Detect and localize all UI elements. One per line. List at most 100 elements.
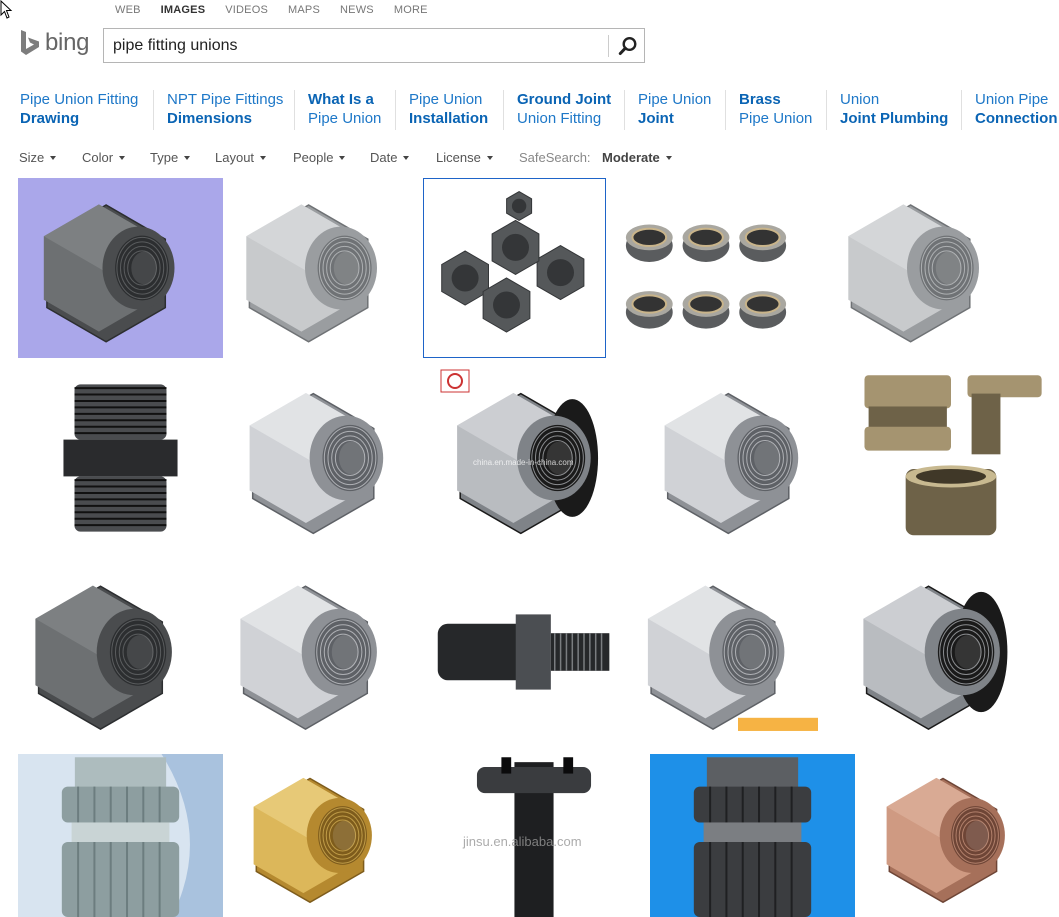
fitting-photo (240, 585, 377, 730)
related-separator (725, 90, 726, 130)
search-divider (608, 35, 609, 57)
related-search-line1: Pipe Union (638, 91, 712, 108)
image-result-14[interactable] (628, 558, 828, 746)
nav-more[interactable]: MORE (394, 4, 428, 18)
image-result-18[interactable]: jinsu.en.alibaba.com (423, 754, 645, 917)
nav-web[interactable]: WEB (115, 4, 141, 18)
filter-size[interactable]: Size (19, 150, 57, 165)
filter-date[interactable]: Date (370, 150, 410, 165)
related-search-3[interactable]: What Is a Pipe Union (308, 90, 381, 130)
related-search-7[interactable]: Brass Pipe Union (739, 90, 812, 130)
fitting-photo (441, 191, 585, 333)
safesearch-label: SafeSearch: (519, 150, 591, 165)
chevron-down-icon (665, 155, 672, 160)
image-result-1[interactable] (18, 178, 223, 358)
related-search-line1: NPT Pipe Fittings (167, 91, 284, 108)
related-separator (624, 90, 625, 130)
image-result-10[interactable] (848, 366, 1054, 550)
related-separator (153, 90, 154, 130)
fitting-photo (886, 777, 1005, 904)
fitting-photo (246, 204, 377, 343)
filter-label: Type (150, 150, 179, 165)
image-result-12[interactable] (218, 558, 423, 746)
image-result-8[interactable]: china.en.made-in-china.com (433, 366, 638, 550)
related-search-line2: Drawing (20, 110, 80, 127)
bing-logo-icon (21, 30, 39, 55)
image-result-9[interactable] (643, 366, 843, 550)
filter-people[interactable]: People (293, 150, 346, 165)
filter-label: License (436, 150, 481, 165)
nav-videos[interactable]: VIDEOS (225, 4, 268, 18)
image-result-11[interactable] (18, 558, 213, 746)
related-separator (826, 90, 827, 130)
mouse-cursor-icon (0, 0, 13, 19)
related-search-line1: Pipe Union Fitting (20, 91, 139, 108)
image-result-5[interactable] (806, 178, 1044, 358)
filter-label: Color (82, 150, 114, 165)
fitting-photo (647, 585, 818, 731)
image-result-2[interactable] (228, 178, 418, 358)
chevron-down-icon (119, 155, 126, 160)
related-search-line1: What Is a (308, 91, 374, 108)
related-search-line1: Ground Joint (517, 91, 612, 108)
image-watermark: china.en.made-in-china.com (473, 458, 574, 467)
related-search-5[interactable]: Ground Joint Union Fitting (517, 90, 611, 130)
image-result-4[interactable] (611, 178, 801, 358)
search-icon (618, 36, 637, 55)
image-result-7[interactable] (228, 366, 428, 550)
related-search-line2: Union Fitting (517, 110, 602, 127)
related-search-2[interactable]: NPT Pipe Fittings Dimensions (167, 90, 283, 130)
fitting-photo (437, 614, 610, 690)
image-result-6[interactable] (18, 366, 223, 550)
filter-type[interactable]: Type (150, 150, 191, 165)
safesearch-dropdown[interactable]: Moderate (602, 150, 672, 165)
related-separator (961, 90, 962, 130)
related-search-line1: Brass (739, 91, 781, 108)
related-search-line2: Joint Plumbing (840, 110, 949, 127)
image-result-15[interactable] (833, 558, 1054, 746)
fitting-photo (249, 392, 384, 535)
image-result-19[interactable] (650, 754, 855, 917)
fitting-photo (863, 585, 1008, 730)
image-result-3[interactable] (423, 178, 606, 358)
nav-news[interactable]: NEWS (340, 4, 374, 18)
related-search-line2: Pipe Union (308, 110, 382, 127)
fitting-photo (61, 754, 223, 917)
image-result-16[interactable] (18, 754, 223, 917)
related-search-line2: Dimensions (167, 110, 253, 127)
filter-license[interactable]: License (436, 150, 493, 165)
filter-color[interactable]: Color (82, 150, 126, 165)
related-search-6[interactable]: Pipe Union Joint (638, 90, 711, 130)
related-search-1[interactable]: Pipe Union Fitting Drawing (20, 90, 138, 130)
filter-label: Date (370, 150, 398, 165)
search-box (103, 28, 645, 63)
bing-logo[interactable]: bing (19, 29, 89, 57)
filter-layout[interactable]: Layout (215, 150, 267, 165)
related-search-line1: Union (840, 91, 880, 108)
image-result-17[interactable] (228, 754, 418, 917)
related-search-8[interactable]: Union Joint Plumbing (840, 90, 948, 130)
filter-label: Layout (215, 150, 255, 165)
chevron-down-icon (260, 155, 267, 160)
fitting-photo (43, 204, 175, 343)
chevron-down-icon (486, 155, 493, 160)
nav-maps[interactable]: MAPS (288, 4, 320, 18)
fitting-photo (253, 777, 372, 904)
related-search-line2: Pipe Union (739, 110, 813, 127)
search-input[interactable] (113, 35, 603, 57)
related-search-line2: Joint (638, 110, 674, 127)
related-search-line1: Union Pipe (975, 91, 1049, 108)
nav-images[interactable]: IMAGES (161, 4, 206, 18)
image-result-13[interactable] (428, 558, 623, 746)
fitting-photo (625, 224, 787, 329)
filter-label: People (293, 150, 334, 165)
fitting-photo (63, 384, 178, 532)
related-separator (395, 90, 396, 130)
filter-label: Size (19, 150, 45, 165)
fitting-photo (664, 392, 799, 535)
related-separator (294, 90, 295, 130)
related-search-4[interactable]: Pipe Union Installation (409, 90, 488, 130)
image-result-20[interactable] (858, 754, 1054, 917)
related-search-9[interactable]: Union Pipe Connection (975, 90, 1058, 130)
search-button[interactable] (611, 29, 645, 62)
